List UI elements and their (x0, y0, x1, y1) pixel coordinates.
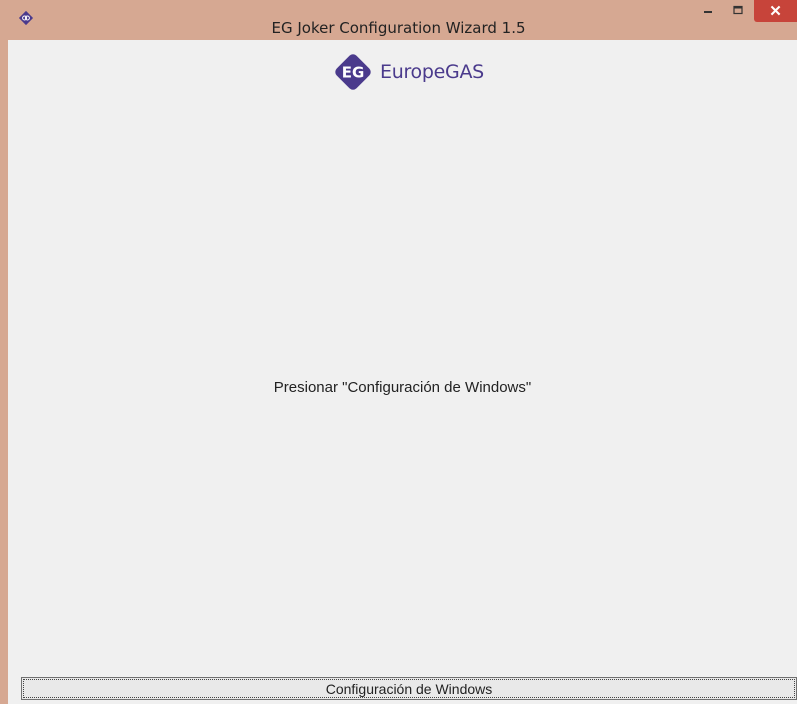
client-area: EG EuropeGAS Presionar "Configuración de… (8, 40, 797, 704)
svg-text:EG: EG (342, 64, 365, 82)
logo-mark-icon: EG (335, 54, 371, 90)
maximize-icon (733, 2, 743, 20)
title-bar[interactable]: EG Joker Configuration Wizard 1.5 ✕ (0, 0, 797, 40)
window-title: EG Joker Configuration Wizard 1.5 (271, 19, 526, 37)
maximize-button[interactable] (724, 0, 752, 22)
windows-configuration-button-label: Configuración de Windows (325, 680, 493, 697)
app-window: EG Joker Configuration Wizard 1.5 ✕ EG E… (0, 0, 797, 704)
instruction-text: Presionar "Configuración de Windows" (273, 379, 532, 396)
minimize-button[interactable] (694, 0, 722, 22)
minimize-icon (703, 2, 713, 20)
close-button[interactable]: ✕ (754, 0, 797, 22)
europegas-logo: EG EuropeGAS (330, 49, 484, 95)
close-icon: ✕ (769, 3, 782, 20)
logo-text: EuropeGAS (380, 61, 484, 83)
windows-configuration-button[interactable]: Configuración de Windows (21, 677, 797, 700)
